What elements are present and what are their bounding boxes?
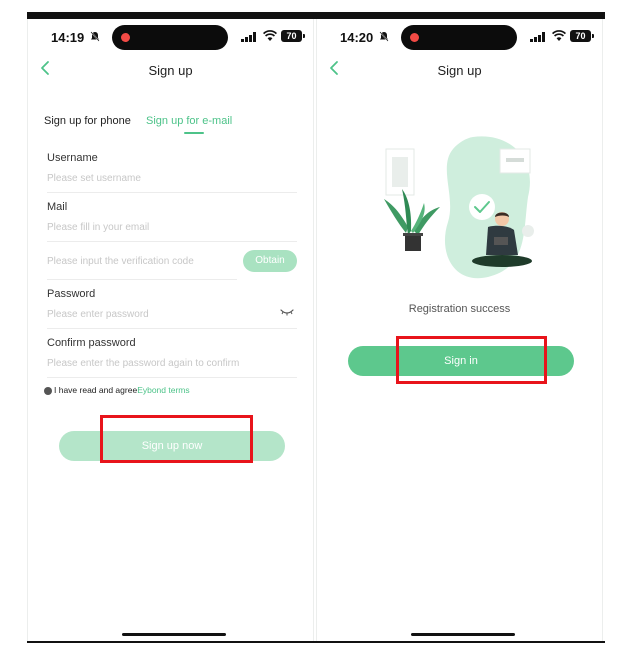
bell-mute-icon — [379, 31, 389, 42]
recording-dot-icon — [410, 33, 419, 42]
page-title: Sign up — [437, 63, 482, 78]
status-bar: 14:19 70 — [27, 19, 314, 55]
recording-dot-icon — [121, 33, 130, 42]
username-input[interactable] — [47, 171, 297, 185]
password-input[interactable] — [47, 307, 272, 321]
agree-text: I have read and agree — [54, 385, 138, 395]
agree-checkbox[interactable] — [44, 387, 52, 395]
home-indicator — [122, 633, 226, 636]
tab-signup-email[interactable]: Sign up for e-mail — [146, 115, 232, 127]
registration-success-screen: 14:20 70 Sign up Registration success Si… — [316, 19, 603, 641]
password-label: Password — [47, 288, 96, 300]
battery-icon: 70 — [281, 30, 305, 42]
eye-closed-icon[interactable] — [280, 308, 294, 316]
registration-success-message: Registration success — [408, 303, 511, 315]
terms-link[interactable]: Eybond terms — [137, 385, 189, 395]
status-time: 14:19 — [51, 30, 85, 45]
signin-button-highlight — [396, 336, 547, 384]
status-bar: 14:20 70 — [316, 19, 603, 55]
signup-form-screen: 14:19 70 Sign up Sign up for phone Sign … — [27, 19, 314, 641]
email-input[interactable] — [47, 220, 297, 234]
dynamic-island — [401, 25, 517, 50]
bell-mute-icon — [90, 31, 100, 42]
battery-icon: 70 — [570, 30, 594, 42]
divider — [47, 328, 297, 329]
divider — [47, 377, 297, 378]
confirm-password-input[interactable] — [47, 356, 297, 370]
wifi-icon — [263, 30, 277, 41]
signal-icon — [530, 32, 545, 42]
top-border — [27, 12, 605, 19]
confirm-password-label: Confirm password — [47, 337, 136, 349]
page-title: Sign up — [148, 63, 193, 78]
home-indicator — [411, 633, 515, 636]
success-illustration — [384, 136, 534, 279]
divider — [47, 241, 297, 242]
dynamic-island — [112, 25, 228, 50]
obtain-code-button[interactable]: Obtain — [243, 250, 297, 272]
verification-code-input[interactable] — [47, 254, 237, 268]
wifi-icon — [552, 30, 566, 41]
signup-button-highlight — [100, 415, 253, 463]
tab-signup-phone[interactable]: Sign up for phone — [44, 115, 131, 127]
status-time: 14:20 — [340, 30, 374, 45]
signal-icon — [241, 32, 256, 42]
bottom-border — [27, 641, 605, 643]
active-tab-indicator — [184, 132, 204, 134]
mail-label: Mail — [47, 201, 68, 213]
divider — [47, 192, 297, 193]
username-label: Username — [47, 152, 98, 164]
divider — [47, 279, 237, 280]
